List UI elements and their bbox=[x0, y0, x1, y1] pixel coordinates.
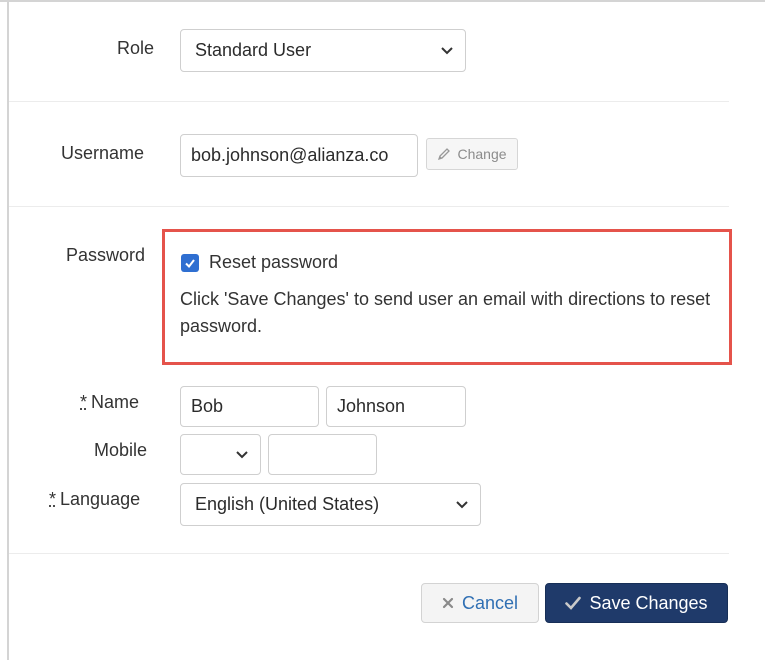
pencil-icon bbox=[438, 148, 451, 161]
chevron-down-icon bbox=[441, 46, 453, 54]
checkbox-checked-icon bbox=[185, 259, 195, 269]
change-button-label: Change bbox=[457, 146, 507, 162]
role-select[interactable]: Standard User bbox=[180, 29, 466, 72]
cancel-button[interactable]: Cancel bbox=[421, 583, 539, 623]
first-name-value: Bob bbox=[191, 396, 224, 416]
first-name-field[interactable]: Bob bbox=[180, 386, 319, 427]
username-field[interactable]: bob.johnson@alianza.co bbox=[180, 134, 418, 177]
panel-top-border bbox=[0, 0, 765, 2]
mobile-label: Mobile bbox=[94, 440, 148, 460]
section-divider bbox=[9, 553, 729, 554]
change-username-button[interactable]: Change bbox=[426, 138, 518, 170]
reset-password-label: Reset password bbox=[209, 252, 339, 272]
language-select-value: English (United States) bbox=[195, 494, 380, 514]
reset-password-checkbox[interactable] bbox=[181, 254, 199, 272]
save-button-label: Save Changes bbox=[589, 592, 708, 613]
language-label-text: Language bbox=[60, 489, 141, 509]
mobile-number-field[interactable] bbox=[268, 434, 377, 475]
chevron-down-icon bbox=[456, 500, 468, 508]
required-marker: * bbox=[80, 392, 88, 412]
last-name-value: Johnson bbox=[337, 396, 406, 416]
name-label-text: Name bbox=[91, 392, 140, 412]
cancel-button-label: Cancel bbox=[461, 592, 519, 613]
section-divider bbox=[9, 101, 729, 102]
mobile-country-select[interactable] bbox=[180, 434, 261, 475]
role-label: Role bbox=[117, 38, 155, 58]
username-value: bob.johnson@alianza.co bbox=[191, 145, 389, 165]
save-changes-button[interactable]: Save Changes bbox=[545, 583, 728, 623]
language-label: * Language bbox=[49, 489, 140, 510]
x-icon bbox=[442, 597, 454, 609]
reset-password-help-text: Click 'Save Changes' to send user an ema… bbox=[180, 289, 711, 336]
last-name-field[interactable]: Johnson bbox=[326, 386, 466, 427]
chevron-down-icon bbox=[236, 450, 248, 458]
checkmark-icon bbox=[565, 596, 582, 610]
required-marker: * bbox=[49, 489, 57, 509]
username-label: Username bbox=[61, 143, 145, 163]
role-select-value: Standard User bbox=[195, 40, 312, 60]
panel-left-border bbox=[7, 0, 9, 660]
name-label: * Name bbox=[80, 392, 139, 413]
language-select[interactable]: English (United States) bbox=[180, 483, 481, 526]
section-divider bbox=[9, 206, 729, 207]
password-label: Password bbox=[66, 245, 146, 265]
